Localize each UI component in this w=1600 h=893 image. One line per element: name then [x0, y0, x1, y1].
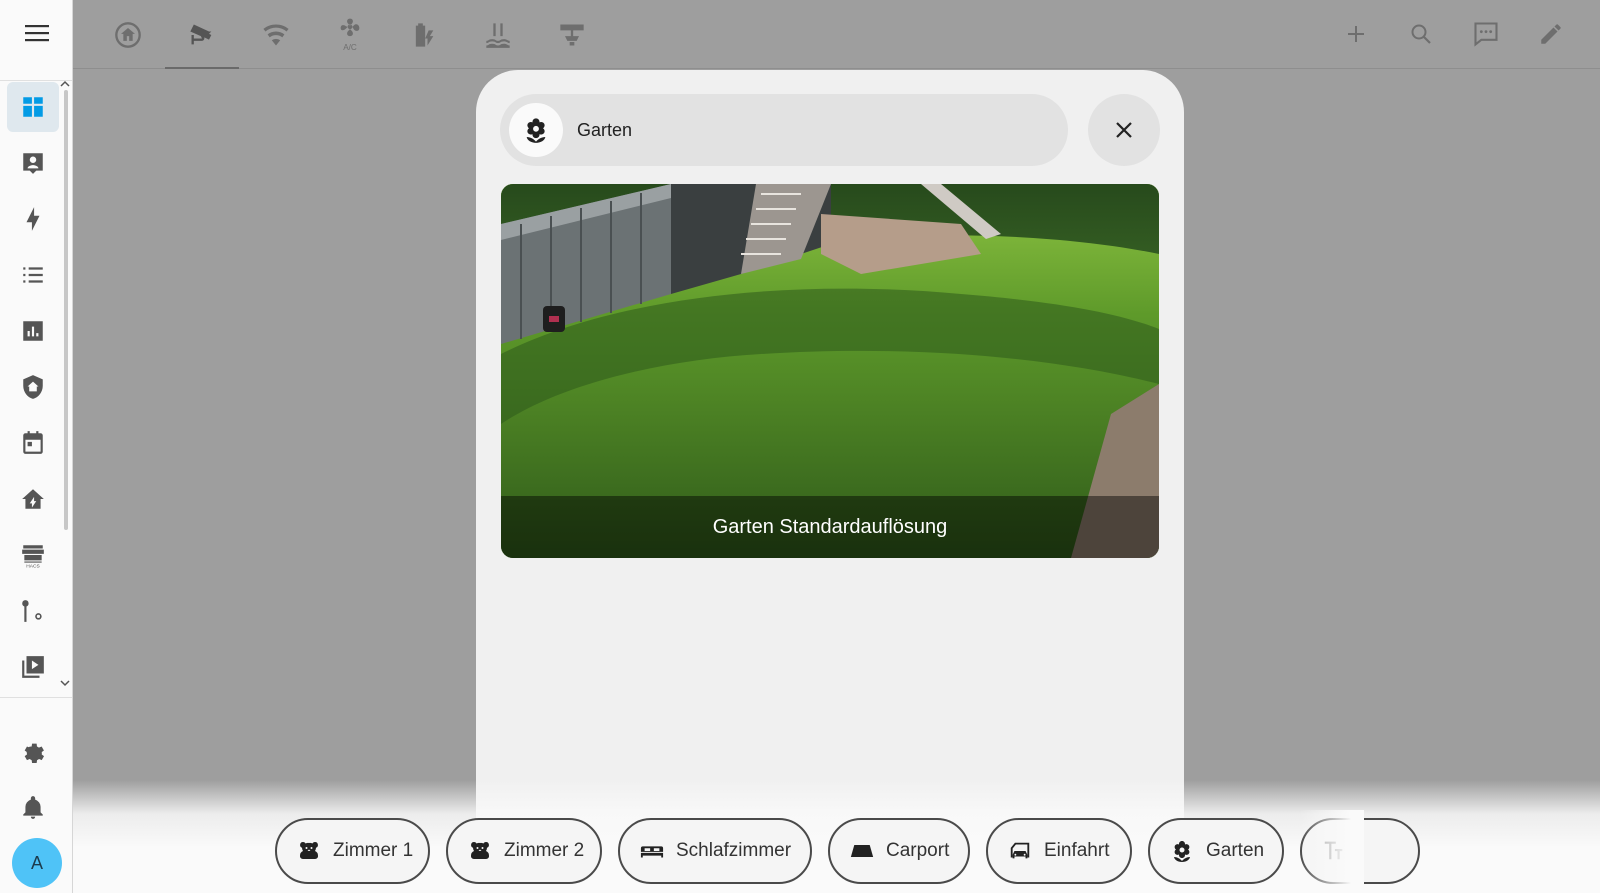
sidebar-item-energy[interactable]: [7, 194, 59, 244]
chip-label: Einfahrt: [1044, 840, 1110, 861]
sidebar-scrollbar[interactable]: [64, 90, 68, 530]
car-door-icon: [1010, 842, 1030, 859]
chip-garten[interactable]: Garten: [1148, 818, 1284, 884]
chip-zimmer-1[interactable]: Zimmer 1: [275, 818, 430, 884]
bell-icon: [23, 796, 43, 819]
bed-icon: [640, 846, 664, 858]
sidebar-item-home[interactable]: [7, 474, 59, 524]
cog-icon: [24, 743, 45, 763]
format-list-icon: [23, 267, 43, 283]
sidebar-item-hacs[interactable]: HACS: [7, 530, 59, 580]
sidebar-item-map[interactable]: [7, 138, 59, 188]
sidebar-divider: [0, 697, 72, 698]
pool-icon: [486, 22, 510, 48]
sidebar-item-developer-tools[interactable]: [7, 586, 59, 636]
battery-charging-icon: [415, 22, 434, 47]
camera-stream[interactable]: Garten Standardauflösung: [501, 184, 1159, 558]
wrench-cog-icon: [22, 600, 42, 622]
account-box-icon: [23, 153, 43, 174]
teddy-bear-icon: [299, 842, 319, 860]
scroll-down-arrow[interactable]: [59, 677, 71, 689]
sidebar-item-settings[interactable]: [7, 727, 59, 777]
chart-box-icon: [23, 321, 43, 341]
shield-home-icon: [23, 375, 43, 399]
message-icon: [1474, 22, 1498, 47]
camera-dialog: Garten Garten Standardauflösung: [476, 70, 1184, 893]
svg-text:A/C: A/C: [343, 43, 357, 52]
hamburger-menu-icon: [24, 25, 49, 42]
cctv-camera-icon: [190, 24, 212, 44]
home-lightning-icon: [22, 489, 44, 509]
pencil-icon: [1541, 24, 1561, 44]
car-floor-icon: [850, 845, 874, 857]
lightning-bolt-icon: [26, 207, 40, 231]
magnify-icon: [1411, 24, 1431, 44]
svg-text:HACS: HACS: [26, 563, 40, 568]
sidebar-item-calendar[interactable]: [7, 418, 59, 468]
sidebar-item-overview[interactable]: [7, 82, 59, 132]
camera-caption: Garten Standardauflösung: [501, 496, 1159, 558]
sidebar: HACS A: [0, 0, 73, 893]
close-icon: [1116, 122, 1132, 138]
wifi-icon: [263, 24, 289, 45]
topbar: A/C: [73, 0, 1600, 69]
flower-icon: [526, 118, 546, 143]
chip-label: Carport: [886, 840, 950, 861]
calendar-icon: [23, 431, 43, 454]
sidebar-item-media[interactable]: [7, 642, 59, 692]
avatar-initial: A: [30, 852, 43, 873]
chip-scroll-fade: [1300, 810, 1364, 890]
chip-carport[interactable]: Carport: [828, 818, 970, 884]
hacs-store-icon: HACS: [22, 545, 44, 568]
sidebar-item-logbook[interactable]: [7, 250, 59, 300]
chip-label: Schlafzimmer: [676, 840, 792, 861]
tab-pool[interactable]: [461, 0, 535, 69]
teddy-bear-icon: [470, 842, 490, 860]
sidebar-item-notifications[interactable]: [7, 783, 59, 833]
tab-network[interactable]: [239, 0, 313, 69]
user-avatar[interactable]: A: [12, 838, 62, 888]
plus-icon: [1348, 26, 1364, 42]
tab-climate[interactable]: A/C: [313, 0, 387, 69]
chip-label: Zimmer 1: [333, 840, 414, 861]
dashboard-icon: [23, 97, 43, 117]
home-circle-icon: [115, 21, 141, 48]
sidebar-item-alarm[interactable]: [7, 362, 59, 412]
close-button[interactable]: [1088, 94, 1160, 166]
ceiling-light-icon: [560, 24, 584, 45]
tab-home[interactable]: [91, 0, 165, 69]
chip-zimmer-2[interactable]: Zimmer 2: [446, 818, 602, 884]
chip-label: Zimmer 2: [504, 840, 585, 861]
tab-cameras[interactable]: [165, 0, 239, 69]
chip-schlafzimmer[interactable]: Schlafzimmer: [618, 818, 812, 884]
assist-button[interactable]: [1466, 14, 1506, 54]
play-box-multiple-icon: [22, 656, 44, 678]
air-conditioner-icon: A/C: [340, 18, 360, 52]
search-button[interactable]: [1401, 14, 1441, 54]
add-button[interactable]: [1336, 14, 1376, 54]
dialog-header: Garten: [500, 94, 1068, 166]
tab-energy[interactable]: [387, 0, 461, 69]
dialog-title: Garten: [577, 119, 633, 140]
chip-label: Garten: [1206, 840, 1265, 861]
chip-einfahrt[interactable]: Einfahrt: [986, 818, 1132, 884]
scroll-up-arrow[interactable]: [59, 78, 71, 90]
edit-button[interactable]: [1531, 14, 1571, 54]
tab-lights[interactable]: [535, 0, 609, 69]
sidebar-item-history[interactable]: [7, 306, 59, 356]
dialog-title-icon-badge: [509, 103, 563, 157]
flower-icon: [1174, 841, 1190, 862]
hamburger-menu-button[interactable]: [0, 0, 73, 66]
